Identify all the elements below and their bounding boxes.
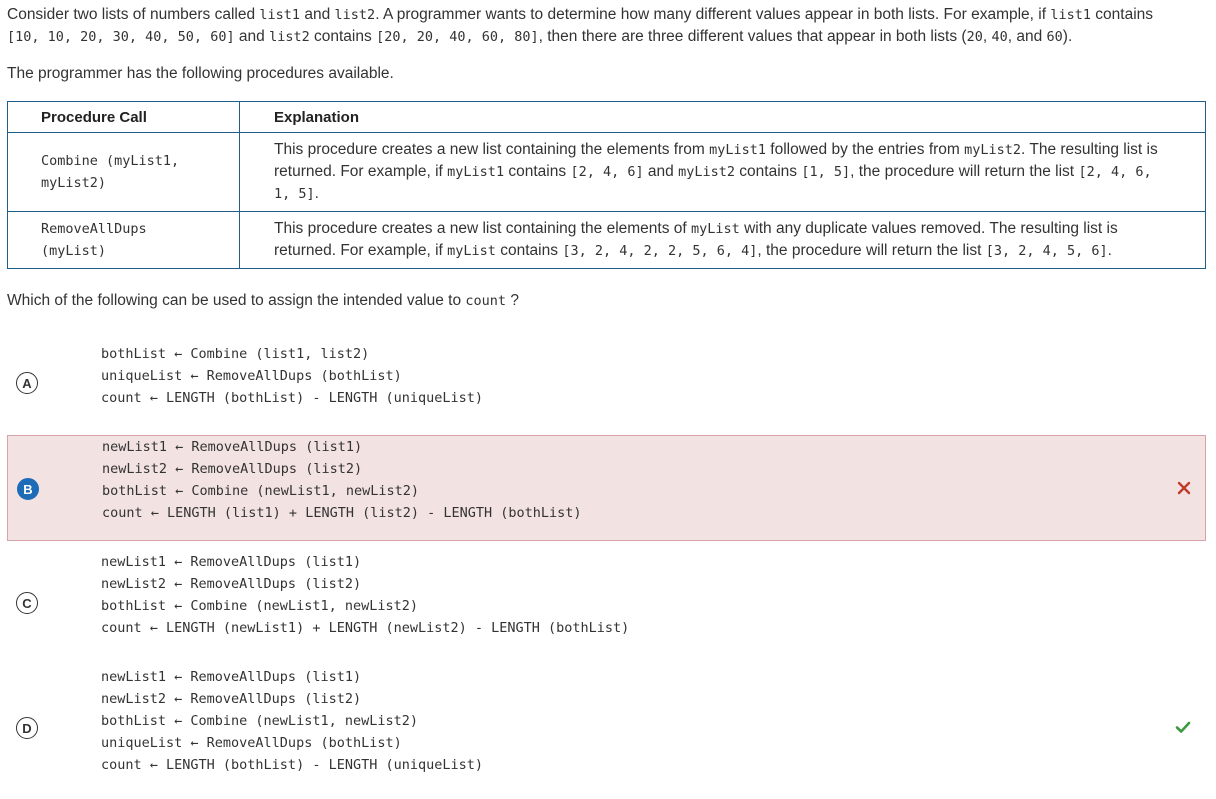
text-run: , the procedure will return the list [757,242,986,259]
code-line: count ← LENGTH (list1) + LENGTH (list2) … [102,505,582,521]
procedure-call-cell: Combine (myList1, myList2) [7,132,240,212]
inline-code: [1, 5] [801,164,851,180]
option-letter-b[interactable]: B [17,478,39,500]
option-letter-a[interactable]: A [16,372,38,394]
procedure-call-line: (myList) [41,243,107,259]
text-run: and [300,6,335,23]
inline-code: list1 [1050,7,1091,23]
code-line: bothList ← Combine (newList1, newList2) [101,713,418,729]
correct-check-icon [1175,721,1191,733]
question-intro: Consider two lists of numbers called lis… [7,4,1207,48]
inline-code: myList2 [964,142,1022,158]
procedure-call-line: myList2) [41,175,107,191]
code-line: count ← LENGTH (bothList) - LENGTH (uniq… [101,390,484,406]
text-run: Which of the following can be used to as… [7,292,466,309]
text-run: . A programmer wants to determine how ma… [375,6,1051,23]
inline-code: [20, 20, 40, 60, 80] [376,29,539,45]
option-code: newList1 ← RemoveAllDups (list1) newList… [102,436,582,524]
answer-option-c[interactable]: C newList1 ← RemoveAllDups (list1) newLi… [7,550,1206,650]
code-line: count ← LENGTH (newList1) + LENGTH (newL… [101,620,630,636]
column-header-explanation: Explanation [239,101,1206,133]
text-run: This procedure creates a new list contai… [274,141,710,158]
code-line: uniqueList ← RemoveAllDups (bothList) [101,368,402,384]
inline-code: myList1 [709,142,766,158]
inline-code: myList [691,221,740,237]
text-run: contains [495,242,563,259]
intro-line-1: Consider two lists of numbers called lis… [7,4,1207,26]
procedure-table: Procedure Call Explanation Combine (myLi… [7,101,1206,269]
column-header-procedure-call: Procedure Call [7,101,240,133]
inline-code: list1 [259,7,301,23]
text-run: This procedure creates a new list contai… [274,220,692,237]
inline-code: [2, 4, 6] [570,164,644,180]
inline-code: count [465,293,507,309]
code-line: newList2 ← RemoveAllDups (list2) [101,576,362,592]
code-line: bothList ← Combine (list1, list2) [101,346,370,362]
inline-code: [10, 10, 20, 30, 40, 50, 60] [7,29,235,45]
text-run: . [314,185,319,202]
answer-option-a[interactable]: A bothList ← Combine (list1, list2) uniq… [7,336,1206,426]
text-run: , then there are three different values … [538,28,967,45]
procedure-call-cell: RemoveAllDups (myList) [7,211,240,269]
text-run: , the procedure will return the list [850,163,1079,180]
code-line: newList1 ← RemoveAllDups (list1) [101,554,362,570]
procedure-call-line: Combine (myList1, [41,153,180,169]
intro-line-2: [10, 10, 20, 30, 40, 50, 60] and list2 c… [7,26,1207,48]
question-prompt: Which of the following can be used to as… [7,290,519,312]
text-run: and [643,163,679,180]
text-run: ? [506,292,519,309]
inline-code: 20 [966,29,983,45]
inline-code: 60 [1046,29,1063,45]
table-row: Combine (myList1, myList2) This procedur… [7,132,1206,212]
inline-code: myList2 [678,164,735,180]
inline-code: myList [447,243,496,259]
table-header-row: Procedure Call Explanation [7,101,1206,133]
inline-code: myList1 [447,164,505,180]
procedure-call-line: RemoveAllDups [41,221,147,237]
code-line: newList2 ← RemoveAllDups (list2) [101,691,362,707]
text-run: contains [309,28,377,45]
code-line: uniqueList ← RemoveAllDups (bothList) [101,735,402,751]
code-line: bothList ← Combine (newList1, newList2) [101,598,418,614]
inline-code: list2 [334,7,376,23]
text-run: contains [734,163,802,180]
text-run: contains [1090,6,1154,23]
inline-code: list2 [269,29,310,45]
table-row: RemoveAllDups (myList) This procedure cr… [7,211,1206,269]
option-letter-d[interactable]: D [16,717,38,739]
answer-option-b[interactable]: B newList1 ← RemoveAllDups (list1) newLi… [7,435,1206,541]
text-run: contains [504,163,571,180]
answer-option-d[interactable]: D newList1 ← RemoveAllDups (list1) newLi… [7,664,1206,784]
inline-code: [3, 2, 4, 2, 2, 5, 6, 4] [562,243,758,259]
inline-code: 40 [991,29,1008,45]
incorrect-x-icon [1177,481,1191,495]
text-run: followed by the entries from [765,141,965,158]
procedure-explanation-cell: This procedure creates a new list contai… [239,132,1206,212]
text-run: Consider two lists of numbers called [7,6,260,23]
procedure-explanation-cell: This procedure creates a new list contai… [239,211,1206,269]
code-line: newList1 ← RemoveAllDups (list1) [101,669,362,685]
option-letter-c[interactable]: C [16,592,38,614]
code-line: newList2 ← RemoveAllDups (list2) [102,461,363,477]
code-line: newList1 ← RemoveAllDups (list1) [102,439,363,455]
inline-code: [3, 2, 4, 5, 6] [985,243,1108,259]
option-code: bothList ← Combine (list1, list2) unique… [101,343,483,409]
text-run: ). [1062,28,1073,45]
procedures-available-text: The programmer has the following procedu… [7,65,394,82]
text-run: , and [1007,28,1047,45]
option-code: newList1 ← RemoveAllDups (list1) newList… [101,551,629,639]
code-line: count ← LENGTH (bothList) - LENGTH (uniq… [101,757,484,773]
text-run: and [234,28,270,45]
code-line: bothList ← Combine (newList1, newList2) [102,483,419,499]
option-code: newList1 ← RemoveAllDups (list1) newList… [101,666,483,776]
text-run: . [1107,242,1112,259]
